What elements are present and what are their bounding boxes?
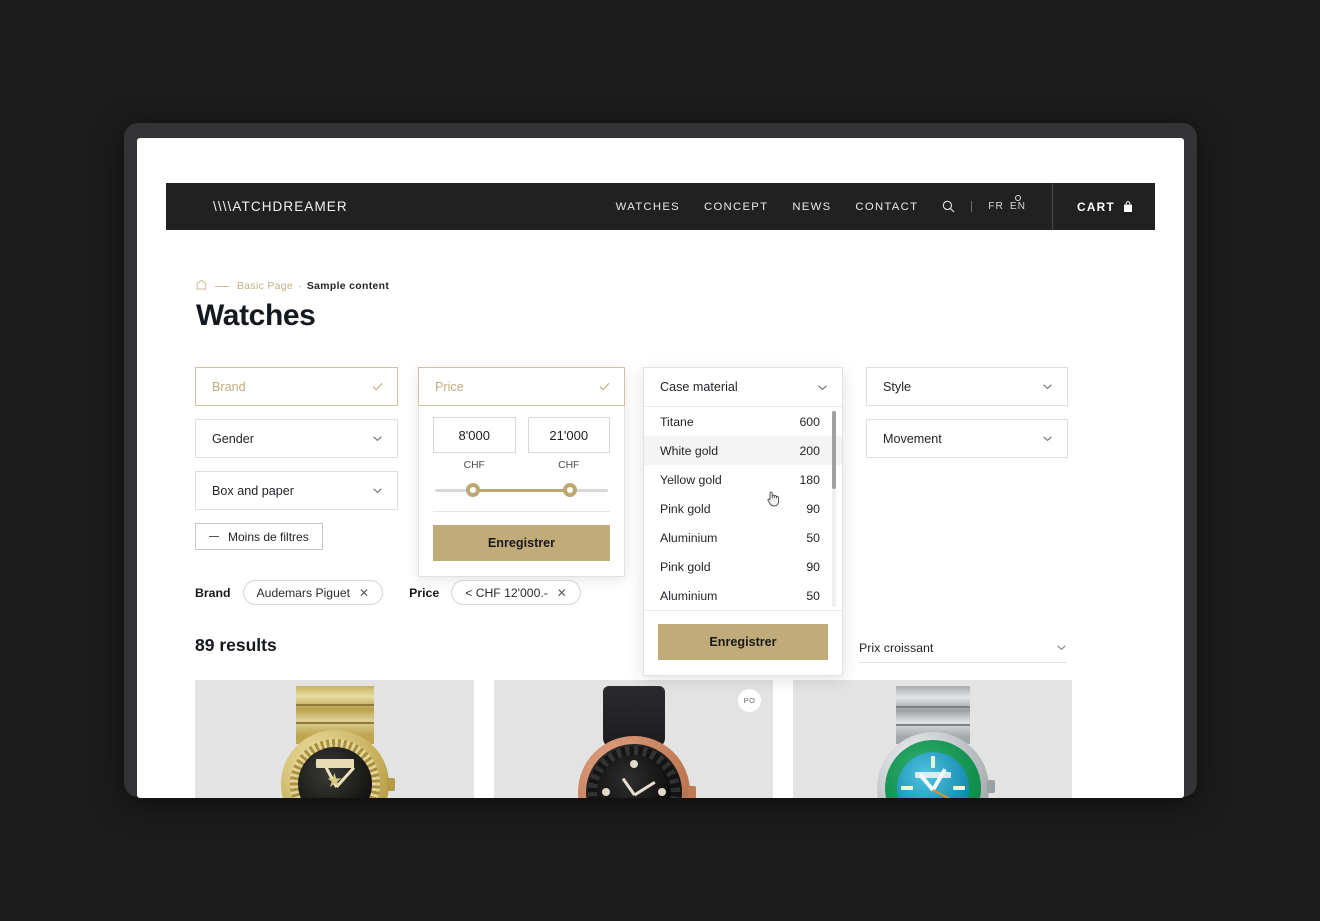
option-label: Aluminium <box>660 530 718 545</box>
price-min-unit: CHF <box>463 460 485 471</box>
price-range-slider[interactable] <box>435 483 608 497</box>
slider-fill <box>473 489 570 492</box>
chevron-down-icon <box>817 382 828 393</box>
option-count: 600 <box>799 414 820 429</box>
price-max-field: CHF <box>527 417 610 471</box>
filter-brand[interactable]: Brand <box>195 367 398 406</box>
option-count: 90 <box>806 559 820 574</box>
case-material-option[interactable]: Yellow gold 180 <box>644 465 842 494</box>
filter-box-and-paper-label: Box and paper <box>212 483 294 498</box>
case-material-option[interactable]: Aluminium 50 <box>644 581 842 610</box>
less-filters-label: Moins de filtres <box>228 529 309 544</box>
page-content: Basic Page · Sample content Watches Bran… <box>137 138 1184 798</box>
option-label: White gold <box>660 443 719 458</box>
page-title: Watches <box>196 299 316 332</box>
filter-style-label: Style <box>883 379 911 394</box>
chip-value: Audemars Piguet <box>256 585 351 600</box>
results-count: 89 results <box>195 635 277 655</box>
option-count: 180 <box>799 472 820 487</box>
browser-viewport: \\\\ATCHDREAMER WATCHES CONCEPT NEWS CON… <box>137 138 1184 798</box>
case-material-option[interactable]: Pink gold 90 <box>644 552 842 581</box>
price-save-button[interactable]: Enregistrer <box>433 525 610 561</box>
filter-case-material-label: Case material <box>660 380 738 394</box>
case-material-option[interactable]: Titane 600 <box>644 407 842 436</box>
slider-handle-min[interactable] <box>466 483 481 497</box>
pointer-cursor-icon <box>766 490 781 507</box>
check-icon <box>372 381 383 392</box>
price-max-input[interactable] <box>527 417 610 453</box>
option-count: 50 <box>806 530 820 545</box>
filter-brand-label: Brand <box>212 379 246 394</box>
product-image-rose-gold-watch <box>554 686 714 798</box>
option-count: 50 <box>806 588 820 603</box>
breadcrumb-item-sample-content: Sample content <box>306 280 390 292</box>
filter-gender[interactable]: Gender <box>195 419 398 458</box>
option-count: 90 <box>806 501 820 516</box>
breadcrumb-dash <box>215 285 229 287</box>
option-label: Aluminium <box>660 588 718 603</box>
chip-value: < CHF 12'000.- <box>465 585 548 600</box>
filter-price-header[interactable]: Price <box>418 367 625 406</box>
less-filters-button[interactable]: Moins de filtres <box>195 523 323 550</box>
product-image-gold-watch <box>255 686 415 798</box>
product-card[interactable]: PO <box>494 680 773 798</box>
active-filters: Brand Audemars Piguet ✕ Price < CHF 12'0… <box>195 580 607 605</box>
filter-panel-case-material: Case material Titane 600 White gold 200 <box>643 367 843 676</box>
minus-icon <box>209 536 219 537</box>
product-card[interactable] <box>195 680 474 798</box>
filter-movement[interactable]: Movement <box>866 419 1068 458</box>
chevron-down-icon <box>1042 433 1053 444</box>
option-label: Pink gold <box>660 501 711 516</box>
product-card[interactable] <box>793 680 1072 798</box>
scrollbar-thumb[interactable] <box>832 411 836 489</box>
filter-style[interactable]: Style <box>866 367 1068 406</box>
chevron-down-icon <box>1042 381 1053 392</box>
option-label: Pink gold <box>660 559 711 574</box>
price-max-unit: CHF <box>558 460 580 471</box>
breadcrumb-item-basic-page[interactable]: Basic Page <box>237 281 293 292</box>
chip-group-label-price: Price <box>409 585 440 600</box>
price-filter-body: CHF CHF <box>419 405 624 512</box>
home-icon[interactable] <box>196 279 207 293</box>
filter-price-label: Price <box>435 379 464 394</box>
case-material-option[interactable]: Aluminium 50 <box>644 523 842 552</box>
close-icon[interactable]: ✕ <box>557 587 567 599</box>
filter-column-brand: Brand Gender Box and paper Moins de filt… <box>195 367 398 550</box>
case-material-option[interactable]: Pink gold 90 <box>644 494 842 523</box>
price-min-field: CHF <box>433 417 516 471</box>
price-min-input[interactable] <box>433 417 516 453</box>
breadcrumb: Basic Page · Sample content <box>196 279 389 293</box>
case-material-option[interactable]: White gold 200 <box>644 436 842 465</box>
close-icon[interactable]: ✕ <box>359 587 369 599</box>
filter-gender-label: Gender <box>212 431 255 446</box>
filter-panel-price: Price CHF CHF <box>418 367 625 577</box>
dropdown-scrollbar[interactable] <box>832 411 836 607</box>
chevron-down-icon <box>372 433 383 444</box>
filter-box-and-paper[interactable]: Box and paper <box>195 471 398 510</box>
active-filter-chip-price[interactable]: < CHF 12'000.- ✕ <box>451 580 581 605</box>
option-label: Titane <box>660 414 694 429</box>
active-filter-chip-brand[interactable]: Audemars Piguet ✕ <box>242 580 384 605</box>
option-label: Yellow gold <box>660 472 722 487</box>
price-divider <box>433 511 610 512</box>
case-material-save-button[interactable]: Enregistrer <box>658 624 828 660</box>
sort-select[interactable]: Prix croissant <box>859 633 1067 663</box>
product-image-steel-turquoise-watch <box>853 686 1013 798</box>
case-material-option-list[interactable]: Titane 600 White gold 200 Yellow gold 18… <box>644 407 842 611</box>
filter-column-style: Style Movement <box>866 367 1068 471</box>
product-badge[interactable]: PO <box>738 689 761 712</box>
check-icon <box>599 381 610 392</box>
filter-case-material-header[interactable]: Case material <box>644 368 842 407</box>
option-count: 200 <box>799 443 820 458</box>
breadcrumb-separator: · <box>298 280 302 292</box>
chevron-down-icon <box>1056 642 1067 653</box>
chevron-down-icon <box>372 485 383 496</box>
product-grid: PO <box>195 680 1072 798</box>
sort-select-value: Prix croissant <box>859 640 934 655</box>
filter-movement-label: Movement <box>883 431 942 446</box>
price-range-inputs: CHF CHF <box>433 417 610 471</box>
slider-handle-max[interactable] <box>562 483 577 497</box>
chip-group-label-brand: Brand <box>195 585 231 600</box>
browser-window-frame: \\\\ATCHDREAMER WATCHES CONCEPT NEWS CON… <box>124 123 1197 798</box>
